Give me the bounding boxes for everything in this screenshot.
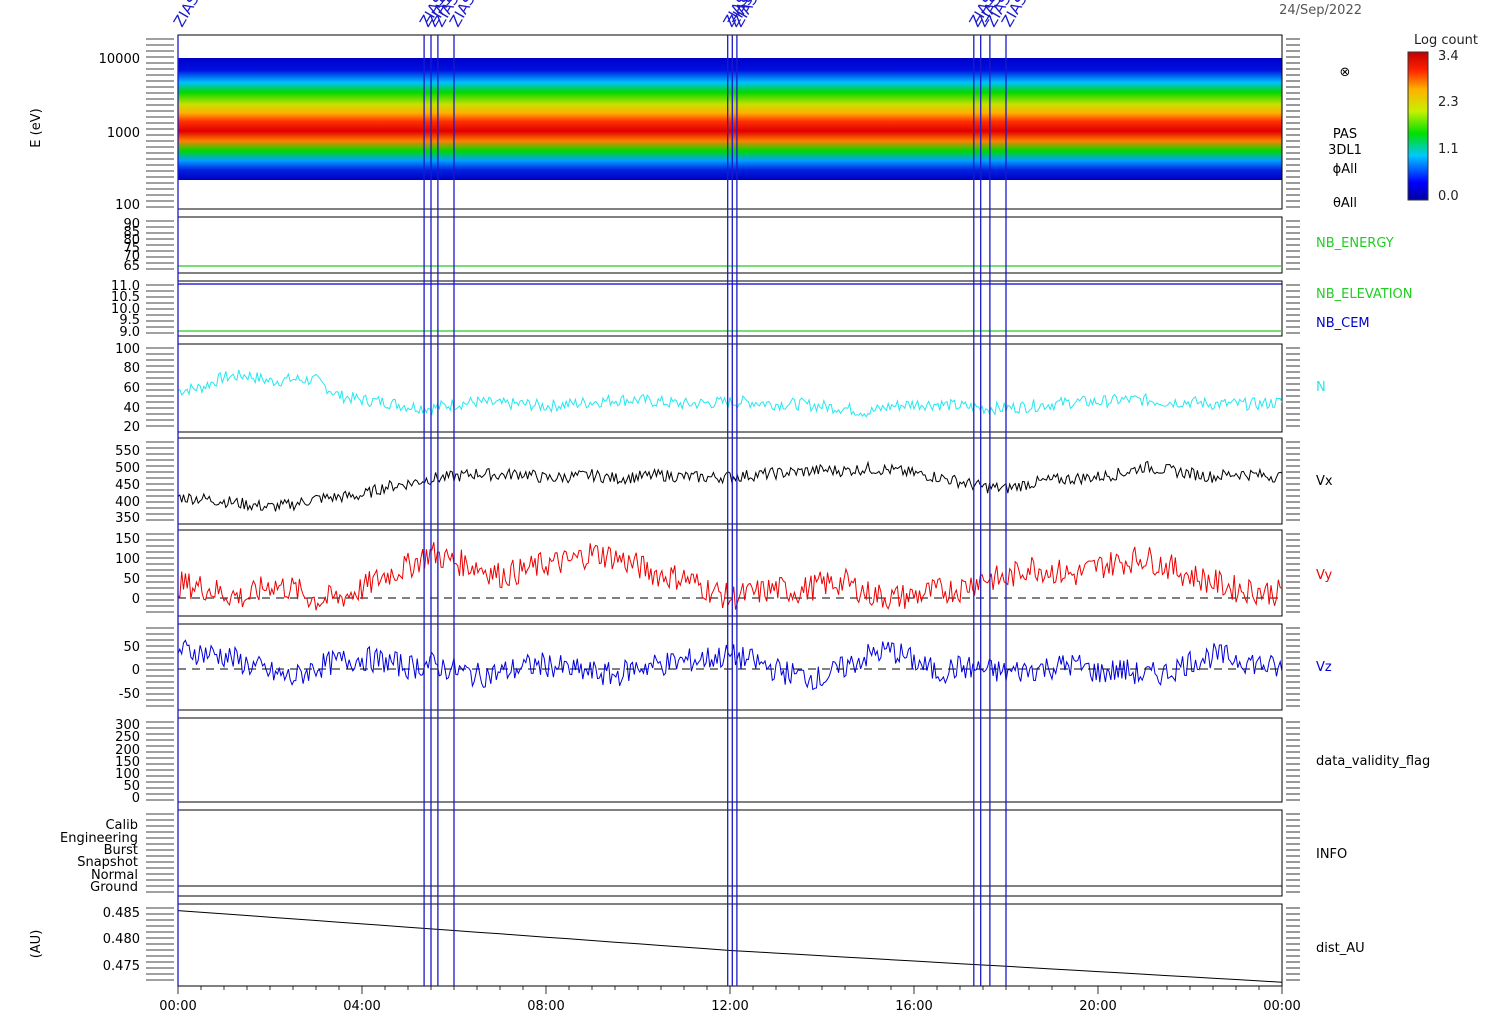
ytick-label: 100 <box>115 342 140 357</box>
panel-label: Vz <box>1316 660 1332 675</box>
ytick-label: 40 <box>123 401 140 416</box>
ytick-label: 0.485 <box>103 906 140 921</box>
vx-panel: 550 500 450 400 350 Vx <box>115 437 1333 526</box>
side-label: θAll <box>1333 196 1357 211</box>
side-symbol: ⊗ <box>1340 65 1351 80</box>
colorbar: Log count 3.4 2.3 1.1 0.0 <box>1407 33 1478 204</box>
side-label: 3DL1 <box>1328 143 1362 158</box>
ytick-label: 450 <box>115 478 140 493</box>
ytick-label: 550 <box>115 444 140 459</box>
x-axis: 00:00 04:00 08:00 12:00 16:00 20:00 00:0… <box>159 999 1300 1014</box>
panel-label: Vx <box>1316 474 1333 489</box>
ytick-label: 50 <box>123 640 140 655</box>
ytick-label: 1000 <box>107 126 140 141</box>
xtick-label: 00:00 <box>159 999 196 1014</box>
series-line-n <box>177 369 1283 418</box>
ytick-label: Ground <box>90 880 138 895</box>
date-title: 24/Sep/2022 <box>1279 3 1362 18</box>
event-marker-label: ZIAS <box>170 0 203 30</box>
xtick-label: 00:00 <box>1263 999 1300 1014</box>
ytick-label: 9.0 <box>119 325 140 340</box>
ytick-label: -50 <box>119 687 140 702</box>
side-label: ϕAll <box>1333 162 1358 177</box>
ytick-label: 0.475 <box>103 959 140 974</box>
density-panel: 100 80 60 40 20 N <box>115 342 1326 435</box>
side-label: PAS <box>1333 127 1357 142</box>
series-line-vy <box>177 542 1283 611</box>
ytick-label: 100 <box>115 198 140 213</box>
panel-frame <box>177 437 1283 525</box>
panel-frame <box>177 717 1283 803</box>
panel-frame <box>177 216 1283 274</box>
nb-elevation-panel: 11.0 10.5 10.0 9.5 9.0 NB_ELEVATION NB_C… <box>111 279 1412 340</box>
colorbar-title: Log count <box>1414 33 1478 48</box>
ytick-label: 400 <box>115 495 140 510</box>
nb-energy-panel: 90 85 80 75 70 65 NB_ENERGY <box>123 216 1394 274</box>
panel-label: dist_AU <box>1316 941 1365 956</box>
spectrogram-panel: E (eV) 10000 1000 100 ⊗ PAS 3DL1 ϕAll θA… <box>29 34 1362 213</box>
ytick-label: 100 <box>115 552 140 567</box>
colorbar-tick: 1.1 <box>1438 142 1459 157</box>
panel-label: Vy <box>1316 568 1333 583</box>
panel-frame <box>177 280 1283 337</box>
ytick-label: 0 <box>132 663 140 678</box>
dist-panel: (AU) 0.485 0.480 0.475 dist_AU <box>29 903 1365 987</box>
ytick-label: 150 <box>115 532 140 547</box>
ytick-label: 60 <box>123 381 140 396</box>
colorbar-gradient <box>1407 51 1429 201</box>
ytick-label: 0 <box>132 592 140 607</box>
panel-label: NB_ELEVATION <box>1316 287 1413 302</box>
xtick-label: 16:00 <box>895 999 932 1014</box>
ytick-label: 350 <box>115 511 140 526</box>
series-line-vx <box>177 460 1283 512</box>
ytick-label: 65 <box>123 259 140 274</box>
ytick-label: 80 <box>123 361 140 376</box>
ytick-label: 500 <box>115 461 140 476</box>
chart-canvas: 24/Sep/2022 Log count 3.4 2.3 1.1 0.0 E … <box>29 0 1478 1014</box>
colorbar-tick: 0.0 <box>1438 189 1459 204</box>
panel-label: NB_CEM <box>1316 316 1370 331</box>
ytick-label: 50 <box>123 572 140 587</box>
panel-frame <box>177 343 1283 433</box>
dist-ylabel: (AU) <box>29 930 44 959</box>
xtick-label: 04:00 <box>343 999 380 1014</box>
xtick-label: 12:00 <box>711 999 748 1014</box>
panel-label: data_validity_flag <box>1316 754 1430 769</box>
series-line-vz <box>177 639 1283 691</box>
colorbar-tick: 2.3 <box>1438 95 1459 110</box>
info-panel: Calib Engineering Burst Snapshot Normal … <box>60 809 1347 897</box>
panel-frame <box>177 903 1283 987</box>
panel-frame <box>177 529 1283 617</box>
panel-label: INFO <box>1316 847 1347 862</box>
panel-frame <box>177 809 1283 897</box>
ytick-label: 0.480 <box>103 932 140 947</box>
ytick-label: 20 <box>123 420 140 435</box>
flag-panel: 300 250 200 150 100 50 0 data_validity_f… <box>115 717 1430 806</box>
xtick-label: 08:00 <box>527 999 564 1014</box>
colorbar-tick: 3.4 <box>1438 49 1459 64</box>
panel-label: NB_ENERGY <box>1316 236 1394 251</box>
ytick-label: 10000 <box>99 52 140 67</box>
ytick-label: 0 <box>132 791 140 806</box>
panel-label: N <box>1316 380 1326 395</box>
series-line-dist_au <box>177 910 1283 983</box>
spectrogram-ylabel: E (eV) <box>29 108 44 147</box>
xtick-label: 20:00 <box>1079 999 1116 1014</box>
